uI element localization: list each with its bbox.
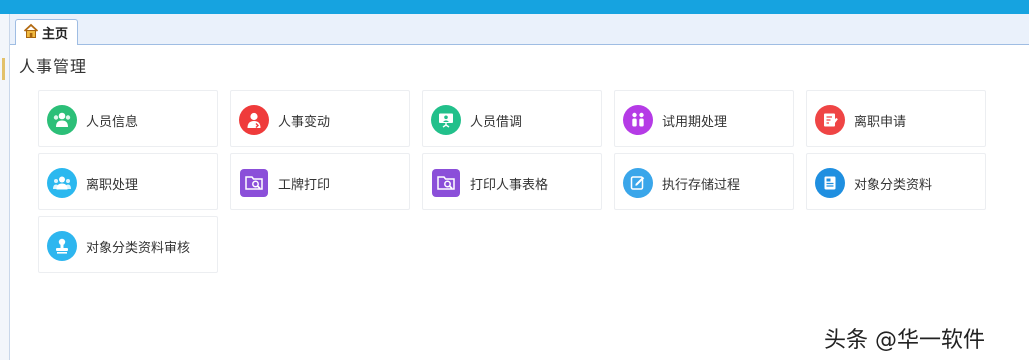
menu-item-label: 对象分类资料 <box>854 178 933 193</box>
menu-item-print-hr-forms[interactable]: 打印人事表格 <box>422 153 602 210</box>
menu-item-label: 离职申请 <box>854 115 907 130</box>
stamp-icon <box>47 231 77 261</box>
folder-search-icon <box>432 169 460 197</box>
document-icon <box>815 168 845 198</box>
menu-item-object-classification[interactable]: 对象分类资料 <box>806 153 986 210</box>
main-panel: 人事管理 人员信息 人事变动 人员借调 试用期处理 离职申请 离职处理 工牌打印… <box>10 45 1029 360</box>
home-icon <box>23 23 39 43</box>
tab-home[interactable]: 主页 <box>15 19 79 45</box>
edit-icon <box>623 168 653 198</box>
document-edit-icon <box>815 105 845 135</box>
menu-item-label: 人事变动 <box>278 115 331 130</box>
menu-item-probation[interactable]: 试用期处理 <box>614 90 794 147</box>
menu-item-label: 试用期处理 <box>662 115 728 130</box>
section-title: 人事管理 <box>19 57 88 76</box>
menu-item-label: 打印人事表格 <box>470 178 549 193</box>
menu-item-secondment[interactable]: 人员借调 <box>422 90 602 147</box>
menu-item-object-classification-review[interactable]: 对象分类资料审核 <box>38 216 218 273</box>
menu-item-label: 人员借调 <box>470 115 523 130</box>
menu-item-personnel-change[interactable]: 人事变动 <box>230 90 410 147</box>
group-icon <box>47 168 77 198</box>
left-collapse-strip[interactable] <box>0 14 10 360</box>
top-bar <box>0 0 1029 14</box>
person-change-icon <box>239 105 269 135</box>
menu-item-label: 对象分类资料审核 <box>86 241 191 256</box>
tab-bar: 主页 <box>10 14 1029 45</box>
splitter-handle[interactable] <box>2 58 5 80</box>
tab-label: 主页 <box>42 27 69 42</box>
presentation-icon <box>431 105 461 135</box>
menu-item-personnel-info[interactable]: 人员信息 <box>38 90 218 147</box>
folder-search-icon <box>240 169 268 197</box>
menu-item-label: 工牌打印 <box>278 178 331 193</box>
menu-item-label: 离职处理 <box>86 178 139 193</box>
probation-icon <box>623 105 653 135</box>
people-icon <box>47 105 77 135</box>
menu-item-badge-print[interactable]: 工牌打印 <box>230 153 410 210</box>
menu-item-label: 人员信息 <box>86 115 139 130</box>
menu-item-resignation-request[interactable]: 离职申请 <box>806 90 986 147</box>
menu-item-stored-procedure[interactable]: 执行存储过程 <box>614 153 794 210</box>
menu-item-resignation-processing[interactable]: 离职处理 <box>38 153 218 210</box>
watermark: 头条 @华一软件 <box>824 328 985 353</box>
menu-item-label: 执行存储过程 <box>662 178 741 193</box>
